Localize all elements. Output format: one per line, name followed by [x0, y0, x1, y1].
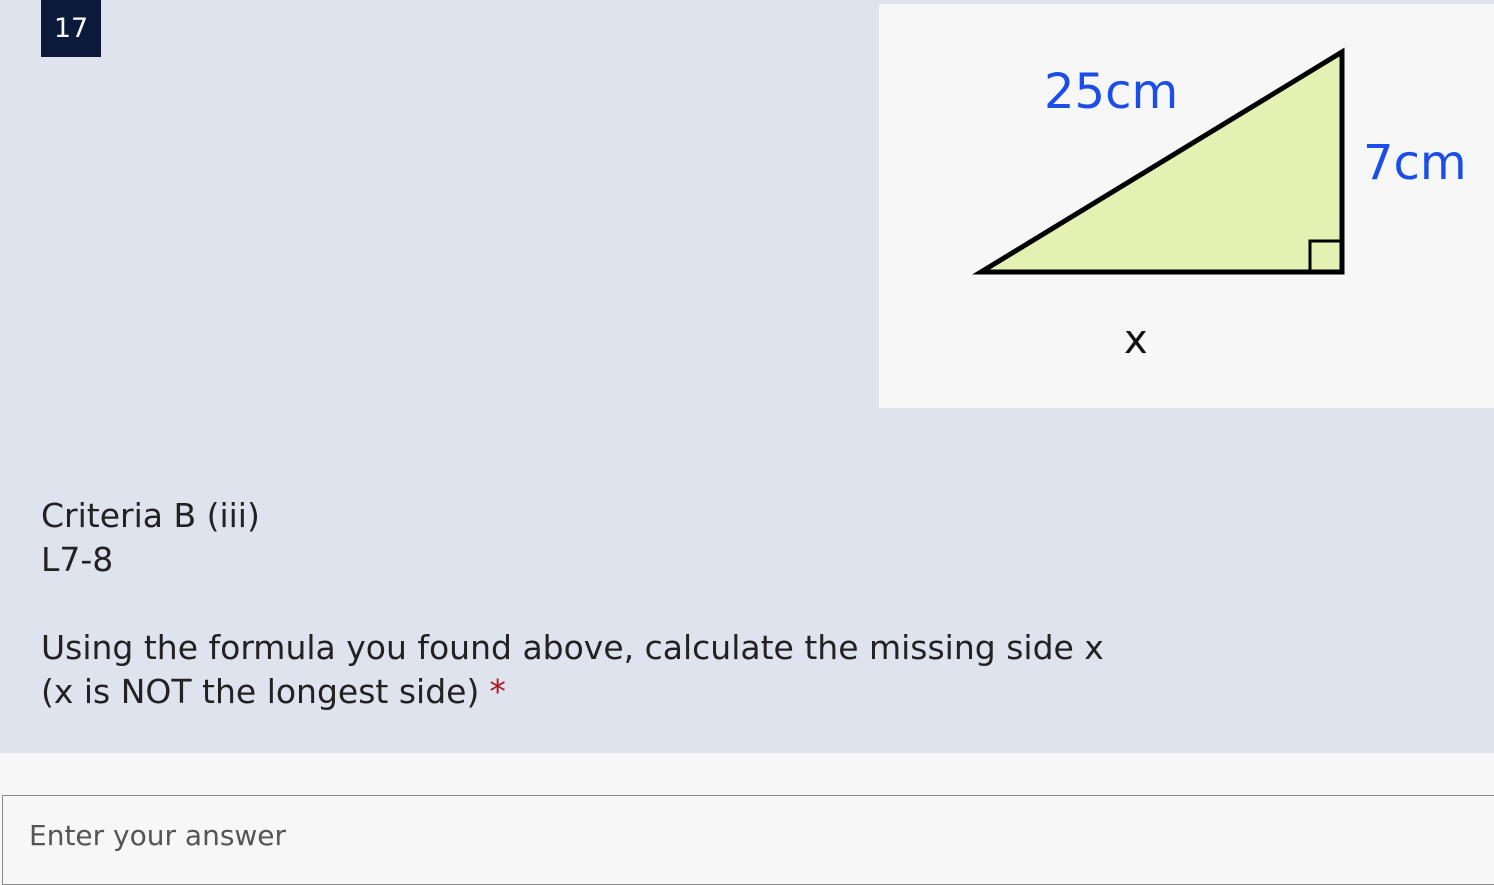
answer-input[interactable] [27, 814, 1431, 856]
question-image: 25cm 7cm x [879, 4, 1494, 408]
question-prompt: Using the formula you found above, calcu… [41, 626, 1104, 714]
criteria-text: Criteria B (iii) L7-8 [41, 494, 260, 582]
question-number-badge: 17 [41, 0, 101, 57]
prompt-line-2-text: (x is NOT the longest side) [41, 672, 480, 711]
vertical-side-label: 7cm [1363, 135, 1467, 191]
prompt-line-2: (x is NOT the longest side) * [41, 670, 1104, 714]
base-side-label: x [1124, 317, 1148, 363]
level-line: L7-8 [41, 540, 114, 579]
criteria-line: Criteria B (iii) [41, 496, 260, 535]
prompt-line-1: Using the formula you found above, calcu… [41, 628, 1104, 667]
question-card: 17 25cm 7cm x Criteria B (iii) L7-8 Usin… [0, 0, 1494, 753]
right-triangle-diagram [972, 47, 1345, 275]
required-asterisk: * [489, 672, 506, 711]
hypotenuse-label: 25cm [1044, 64, 1179, 120]
